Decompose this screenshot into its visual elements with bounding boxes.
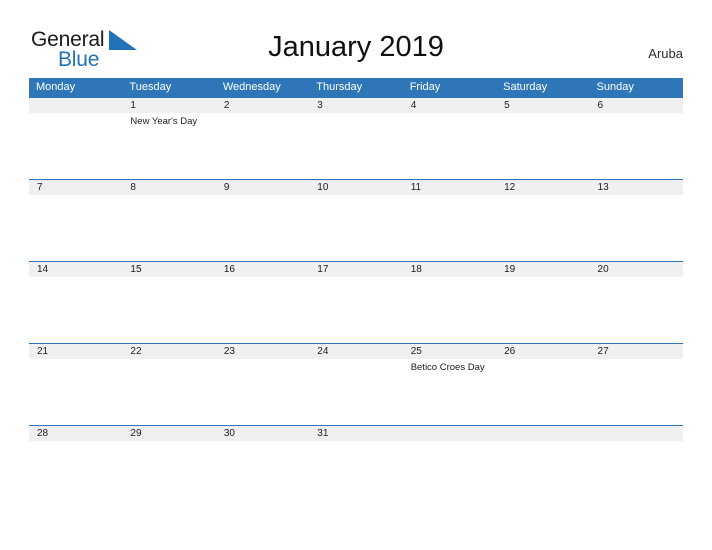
weekday-header-monday: Monday [36,81,76,93]
day-event [29,195,122,260]
day-number[interactable]: 26 [496,344,589,359]
week-row: 14 15 16 17 18 19 20 [29,261,683,343]
day-number[interactable]: 12 [496,180,589,195]
day-number[interactable] [403,426,496,441]
day-number[interactable]: 2 [216,98,309,113]
day-number[interactable]: 5 [496,98,589,113]
day-event [590,195,683,260]
day-event: New Year's Day [130,116,198,127]
day-number[interactable]: 3 [309,98,402,113]
day-event [216,113,309,178]
week-event-strip [29,441,683,445]
week-row: 21 22 23 24 25 26 27 Betico Croes Day [29,343,683,425]
region-label: Aruba [648,46,683,61]
week-row: 7 8 9 10 11 12 13 [29,179,683,261]
day-event [496,441,589,445]
day-event [29,359,122,424]
day-event [403,277,496,342]
day-number[interactable]: 16 [216,262,309,277]
day-number[interactable]: 10 [309,180,402,195]
day-number[interactable] [29,98,122,113]
day-event [309,195,402,260]
day-event [590,441,683,445]
day-event [216,359,309,424]
week-event-strip: New Year's Day [29,113,683,178]
day-event [496,195,589,260]
week-row: 1 2 3 4 5 6 New Year's Day [29,97,683,179]
day-number[interactable]: 24 [309,344,402,359]
day-number[interactable]: 13 [590,180,683,195]
day-number[interactable]: 14 [29,262,122,277]
week-date-strip: 28 29 30 31 [29,426,683,441]
day-number[interactable]: 29 [122,426,215,441]
day-event [309,277,402,342]
day-number[interactable] [590,426,683,441]
weekday-header-thursday: Thursday [316,81,363,93]
day-number[interactable]: 17 [309,262,402,277]
page-title: January 2019 [268,31,444,63]
day-event [309,359,402,424]
day-event [403,113,496,178]
day-number[interactable]: 21 [29,344,122,359]
week-event-strip [29,195,683,260]
week-row: 28 29 30 31 [29,425,683,446]
day-event [122,277,215,342]
day-number[interactable]: 30 [216,426,309,441]
day-event [590,113,683,178]
day-event [216,441,309,445]
day-number[interactable]: 11 [403,180,496,195]
day-number[interactable]: 22 [122,344,215,359]
day-number[interactable]: 7 [29,180,122,195]
day-event [309,441,402,445]
day-number[interactable]: 6 [590,98,683,113]
day-event [29,441,122,445]
day-event [122,195,215,260]
day-number[interactable] [496,426,589,441]
day-event [496,359,589,424]
day-number[interactable]: 9 [216,180,309,195]
page-header: General Blue January 2019 Aruba [0,0,712,76]
day-number[interactable]: 25 [403,344,496,359]
weekday-header-saturday: Saturday [503,81,548,93]
calendar-grid: Monday Tuesday Wednesday Thursday Friday… [29,78,683,446]
day-number[interactable]: 15 [122,262,215,277]
day-event [216,195,309,260]
day-number[interactable]: 4 [403,98,496,113]
day-number[interactable]: 28 [29,426,122,441]
day-number[interactable]: 8 [122,180,215,195]
day-event: Betico Croes Day [410,362,485,373]
weekday-header-friday: Friday [409,81,441,93]
day-event [496,113,589,178]
day-event [29,113,122,178]
weekday-header-tuesday: Tuesday [129,81,172,93]
day-number[interactable]: 1 [122,98,215,113]
day-number[interactable]: 20 [590,262,683,277]
day-event [403,441,496,445]
day-event [216,277,309,342]
day-event [496,277,589,342]
week-event-strip [29,277,683,342]
day-event [309,113,402,178]
week-date-strip: 1 2 3 4 5 6 [29,98,683,113]
day-event [590,277,683,342]
day-event [29,277,122,342]
day-event [122,441,215,445]
day-number[interactable]: 23 [216,344,309,359]
day-event [590,359,683,424]
week-date-strip: 7 8 9 10 11 12 13 [29,180,683,195]
weekday-header-row: Monday Tuesday Wednesday Thursday Friday… [29,78,683,97]
week-date-strip: 21 22 23 24 25 26 27 [29,344,683,359]
weekday-header-wednesday: Wednesday [222,81,281,93]
day-number[interactable]: 19 [496,262,589,277]
day-number[interactable]: 18 [403,262,496,277]
weekday-header-sunday: Sunday [596,81,634,93]
day-number[interactable]: 27 [590,344,683,359]
day-number[interactable]: 31 [309,426,402,441]
week-date-strip: 14 15 16 17 18 19 20 [29,262,683,277]
day-event [122,359,215,424]
day-event [403,195,496,260]
week-event-strip: Betico Croes Day [29,359,683,424]
